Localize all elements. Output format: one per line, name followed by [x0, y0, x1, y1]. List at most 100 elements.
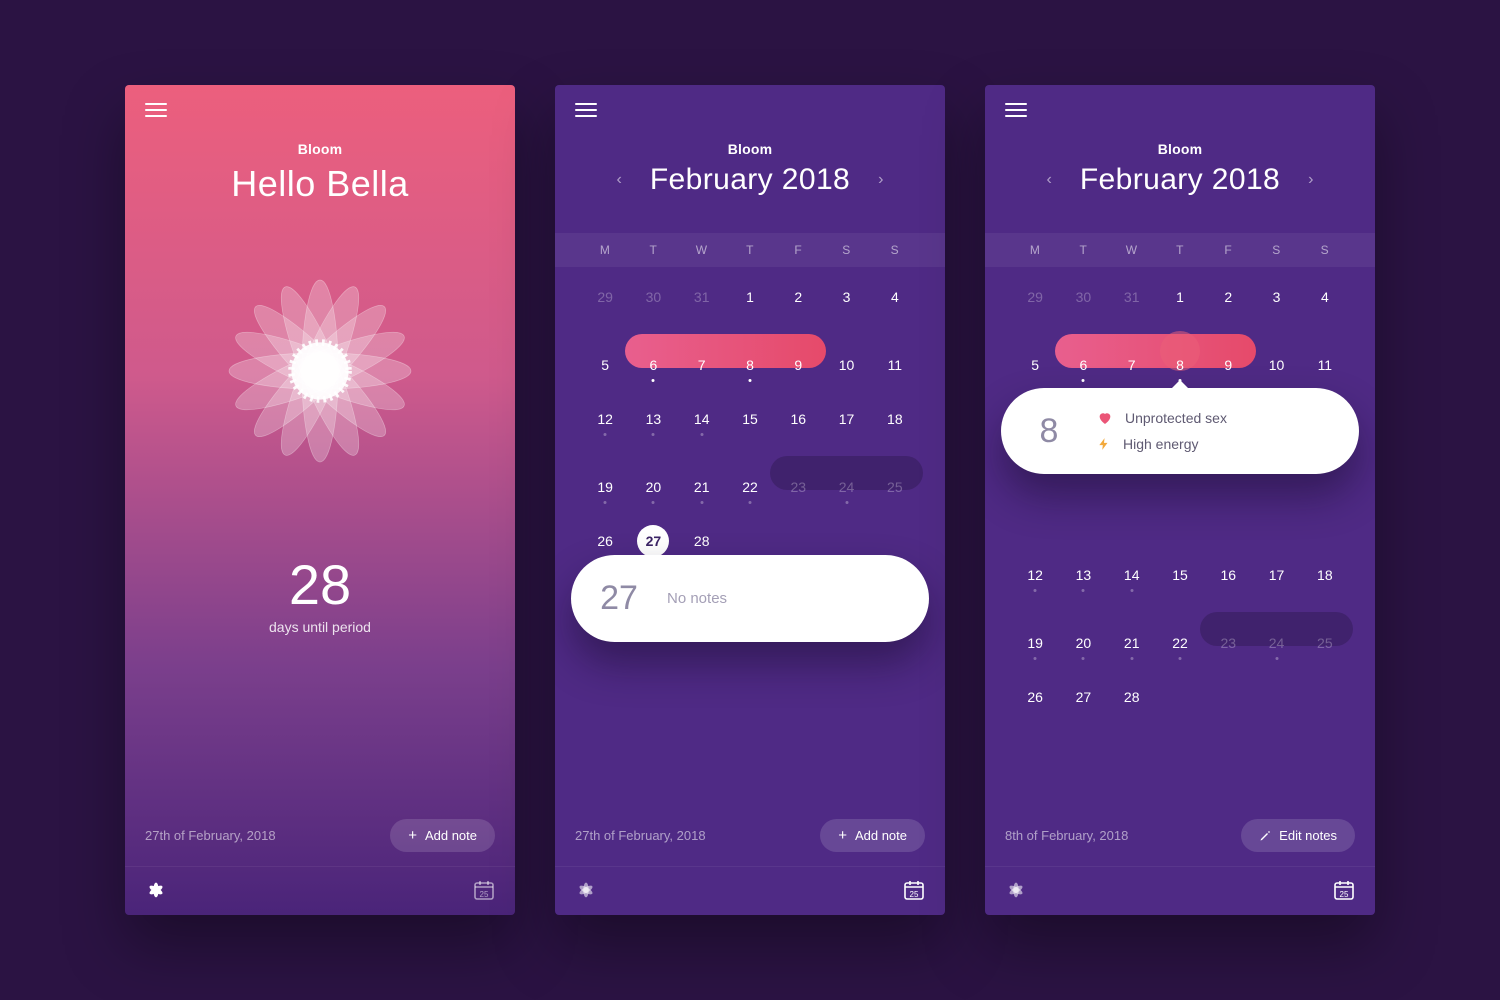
day-cell[interactable]: 25: [1301, 623, 1349, 663]
greeting-text: Hello Bella: [125, 163, 515, 205]
day-cell[interactable]: 20: [1059, 623, 1107, 663]
day-cell[interactable]: 14: [678, 399, 726, 439]
add-note-button[interactable]: + Add note: [390, 819, 495, 852]
calendar-grid-top: 29 30 31 1 2 3 4 5 6 7 8 9 10 11: [985, 267, 1375, 385]
day-cell[interactable]: 6: [629, 345, 677, 385]
countdown-label: days until period: [125, 619, 515, 635]
day-cell[interactable]: 18: [1301, 555, 1349, 595]
screen-calendar-notes: Bloom ‹ February 2018 › M T W T F S S 29…: [985, 85, 1375, 915]
screen-home: Bloom Hello Bella 28 days until: [125, 85, 515, 915]
day-cell[interactable]: 11: [1301, 345, 1349, 385]
menu-icon[interactable]: [1005, 103, 1027, 117]
calendar-badge: 25: [471, 890, 497, 899]
day-cell[interactable]: 4: [1301, 277, 1349, 317]
dow: W: [1108, 243, 1156, 257]
day-cell[interactable]: 15: [726, 399, 774, 439]
day-cell[interactable]: 5: [581, 345, 629, 385]
weekday-header: M T W T F S S: [985, 233, 1375, 267]
day-cell[interactable]: 13: [629, 399, 677, 439]
heart-icon: [1097, 410, 1113, 426]
day-cell[interactable]: 7: [678, 345, 726, 385]
chevron-right-icon[interactable]: ›: [1300, 165, 1321, 195]
nav-home-icon[interactable]: [1003, 877, 1029, 903]
day-cell[interactable]: 1: [726, 277, 774, 317]
day-cell[interactable]: 24: [822, 467, 870, 507]
day-cell[interactable]: 31: [1108, 277, 1156, 317]
day-cell[interactable]: 10: [1252, 345, 1300, 385]
day-cell[interactable]: 3: [822, 277, 870, 317]
nav-calendar-icon[interactable]: 25: [471, 877, 497, 903]
dow: M: [581, 243, 629, 257]
app-name: Bloom: [125, 141, 515, 157]
day-cell[interactable]: 15: [1156, 555, 1204, 595]
nav-home-icon[interactable]: [143, 877, 169, 903]
day-cell[interactable]: 31: [678, 277, 726, 317]
edit-notes-button[interactable]: Edit notes: [1241, 819, 1355, 852]
day-cell[interactable]: 27: [1059, 677, 1107, 717]
day-cell[interactable]: 30: [629, 277, 677, 317]
day-cell[interactable]: 25: [871, 467, 919, 507]
day-cell[interactable]: 20: [629, 467, 677, 507]
day-cell-selected[interactable]: 8: [1156, 345, 1204, 385]
plus-icon: +: [838, 828, 847, 843]
day-cell[interactable]: 7: [1108, 345, 1156, 385]
day-cell[interactable]: 9: [774, 345, 822, 385]
day-cell[interactable]: 26: [1011, 677, 1059, 717]
day-cell[interactable]: 13: [1059, 555, 1107, 595]
menu-icon[interactable]: [145, 103, 167, 117]
day-cell[interactable]: 17: [822, 399, 870, 439]
day-cell[interactable]: 21: [678, 467, 726, 507]
nav-calendar-icon[interactable]: 25: [901, 877, 927, 903]
day-cell[interactable]: 10: [822, 345, 870, 385]
day-cell[interactable]: 24: [1252, 623, 1300, 663]
day-cell[interactable]: 16: [1204, 555, 1252, 595]
menu-icon[interactable]: [575, 103, 597, 117]
day-cell[interactable]: 14: [1108, 555, 1156, 595]
day-cell[interactable]: 19: [581, 467, 629, 507]
day-cell[interactable]: 23: [774, 467, 822, 507]
day-cell[interactable]: 16: [774, 399, 822, 439]
day-cell[interactable]: 5: [1011, 345, 1059, 385]
day-cell[interactable]: 3: [1252, 277, 1300, 317]
topbar: [555, 85, 945, 125]
note-card[interactable]: 8 Unprotected sex High energy: [1001, 388, 1359, 474]
day-cell[interactable]: 29: [581, 277, 629, 317]
note-list: Unprotected sex High energy: [1097, 410, 1227, 452]
day-cell[interactable]: 4: [871, 277, 919, 317]
note-card[interactable]: 27 No notes: [571, 555, 929, 642]
day-cell[interactable]: 12: [1011, 555, 1059, 595]
add-note-button[interactable]: + Add note: [820, 819, 925, 852]
day-cell[interactable]: 19: [1011, 623, 1059, 663]
day-cell[interactable]: 1: [1156, 277, 1204, 317]
dow: T: [1156, 243, 1204, 257]
day-cell[interactable]: 29: [1011, 277, 1059, 317]
day-cell[interactable]: 23: [1204, 623, 1252, 663]
dow: F: [1204, 243, 1252, 257]
day-cell[interactable]: 8: [726, 345, 774, 385]
chevron-right-icon[interactable]: ›: [870, 165, 891, 195]
dow: S: [871, 243, 919, 257]
dow: W: [678, 243, 726, 257]
day-cell[interactable]: 30: [1059, 277, 1107, 317]
day-cell[interactable]: 12: [581, 399, 629, 439]
day-cell[interactable]: 11: [871, 345, 919, 385]
note-label: High energy: [1123, 436, 1199, 452]
chevron-left-icon[interactable]: ‹: [609, 165, 630, 195]
day-cell[interactable]: 2: [774, 277, 822, 317]
note-card-day: 27: [597, 579, 641, 618]
day-cell[interactable]: 28: [1108, 677, 1156, 717]
day-cell[interactable]: 21: [1108, 623, 1156, 663]
day-cell[interactable]: 2: [1204, 277, 1252, 317]
note-item: High energy: [1097, 436, 1227, 452]
footer-date: 27th of February, 2018: [145, 828, 276, 843]
chevron-left-icon[interactable]: ‹: [1039, 165, 1060, 195]
nav-calendar-icon[interactable]: 25: [1331, 877, 1357, 903]
day-cell[interactable]: 22: [726, 467, 774, 507]
dow: F: [774, 243, 822, 257]
day-cell[interactable]: 17: [1252, 555, 1300, 595]
day-cell[interactable]: 22: [1156, 623, 1204, 663]
day-cell[interactable]: 9: [1204, 345, 1252, 385]
nav-home-icon[interactable]: [573, 877, 599, 903]
day-cell[interactable]: 18: [871, 399, 919, 439]
day-cell[interactable]: 6: [1059, 345, 1107, 385]
